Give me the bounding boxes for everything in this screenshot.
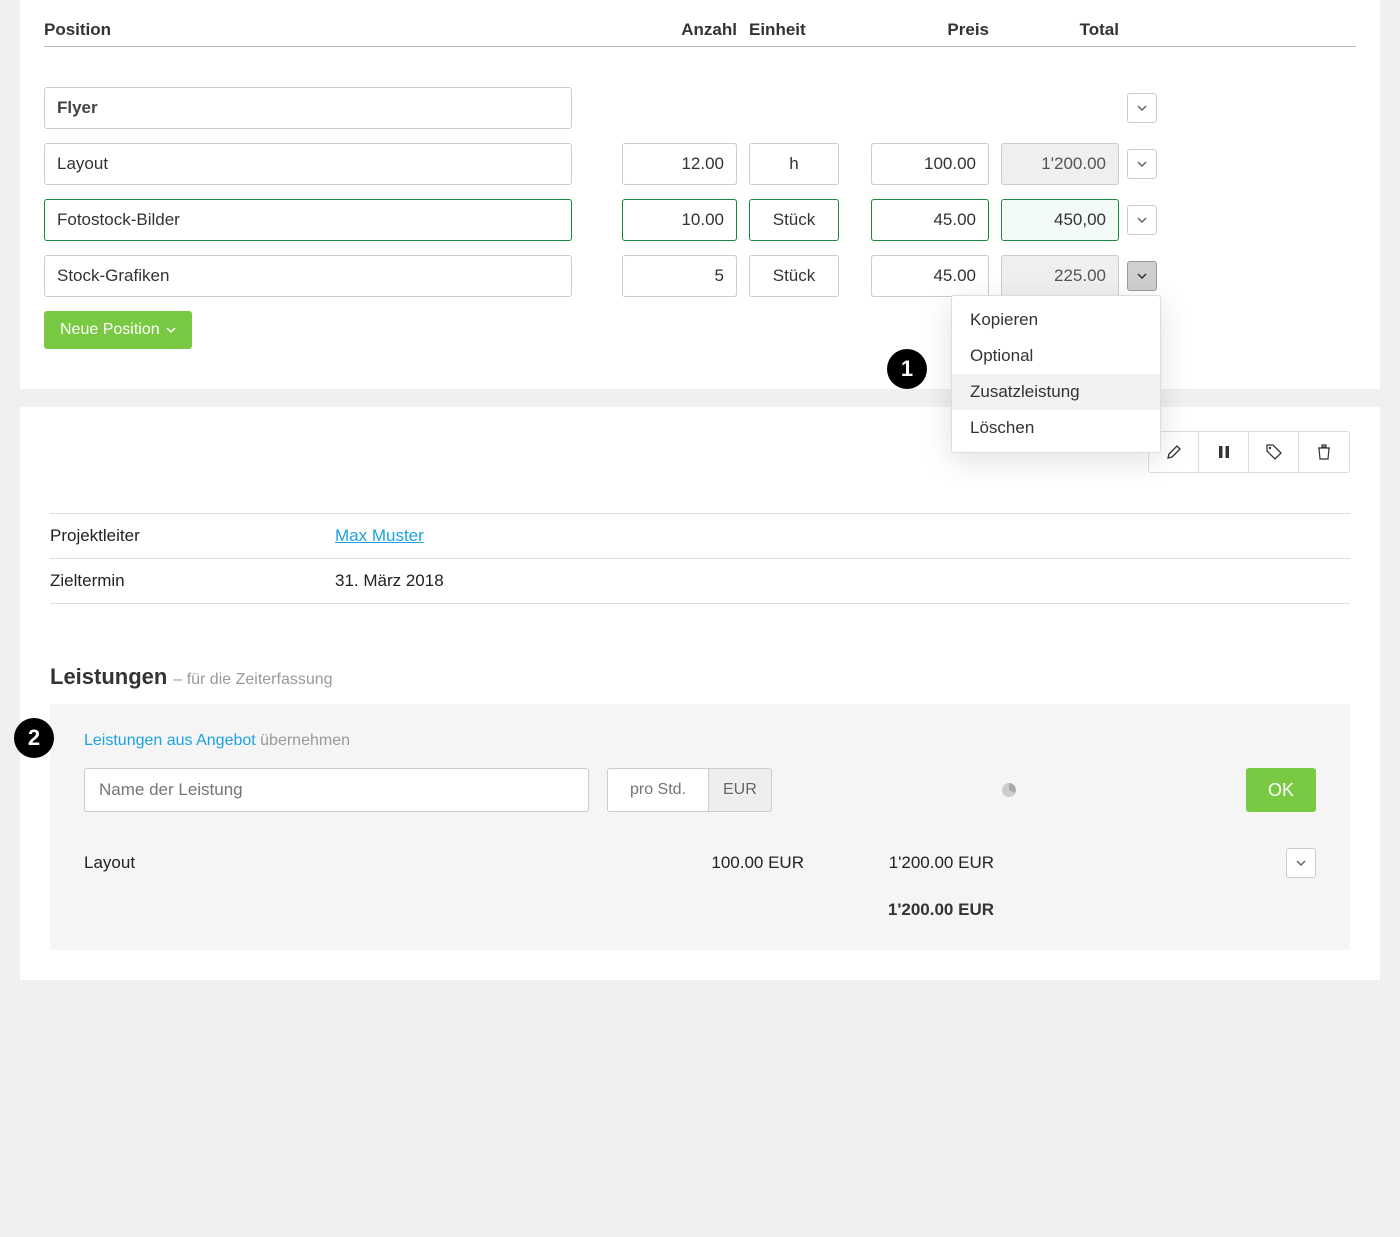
menu-item-zusatz[interactable]: Zusatzleistung	[952, 374, 1160, 410]
tag-button[interactable]	[1249, 432, 1299, 472]
row-actions-button[interactable]	[1127, 149, 1157, 179]
meta-label: Zieltermin	[50, 571, 335, 591]
ok-button[interactable]: OK	[1246, 768, 1316, 812]
leistungen-title: Leistungen	[50, 664, 167, 690]
leistung-grand-total-row: 1'200.00 EUR	[84, 900, 1316, 920]
total-field	[1001, 255, 1119, 297]
chevron-down-icon	[1137, 273, 1147, 279]
project-leader-link[interactable]: Max Muster	[335, 526, 424, 545]
chevron-down-icon	[166, 327, 176, 333]
leistung-name-input[interactable]	[84, 768, 589, 812]
pencil-icon	[1166, 444, 1182, 460]
price-input[interactable]	[871, 255, 989, 297]
position-name-input[interactable]	[44, 255, 572, 297]
trash-icon	[1317, 444, 1331, 460]
menu-item-optional[interactable]: Optional	[952, 338, 1160, 374]
project-deadline: 31. März 2018	[335, 571, 444, 591]
menu-item-delete[interactable]: Löschen	[952, 410, 1160, 446]
import-from-offer-suffix-text: übernehmen	[260, 732, 350, 749]
delete-button[interactable]	[1299, 432, 1349, 472]
tag-icon	[1266, 444, 1282, 460]
col-preis: Preis	[871, 20, 989, 40]
pause-icon	[1217, 445, 1231, 459]
chevron-down-icon	[1137, 161, 1147, 167]
unit-input[interactable]	[749, 143, 839, 185]
position-name-input[interactable]	[44, 87, 572, 129]
meta-row-leader: Projektleiter Max Muster	[50, 513, 1350, 558]
qty-input[interactable]	[622, 199, 737, 241]
col-position: Position	[44, 20, 572, 40]
menu-item-copy[interactable]: Kopieren	[952, 302, 1160, 338]
annotation-2: 2	[14, 718, 54, 758]
new-position-label: Neue Position	[60, 321, 160, 339]
leistungen-panel: 2 Leistungen aus Angebot übernehmen EUR …	[50, 704, 1350, 950]
import-from-offer-link[interactable]: Leistungen aus Angebot	[84, 732, 256, 749]
leistung-rate-input[interactable]	[608, 769, 708, 811]
leistung-rate-group: EUR	[607, 768, 772, 812]
chevron-down-icon	[1137, 105, 1147, 111]
row-actions-button[interactable]	[1127, 93, 1157, 123]
unit-input[interactable]	[749, 199, 839, 241]
leistung-grand-total: 1'200.00 EUR	[804, 900, 994, 920]
positions-header: Position Anzahl Einheit Preis Total	[44, 20, 1356, 47]
row-actions-menu: Kopieren Optional Zusatzleistung Löschen	[951, 295, 1161, 453]
leistungen-subtitle: – für die Zeiterfassung	[173, 671, 332, 689]
position-name-input[interactable]	[44, 143, 572, 185]
position-row-layout	[44, 143, 1356, 185]
position-row-stock: Kopieren Optional Zusatzleistung Löschen…	[44, 255, 1356, 297]
leistung-actions-button[interactable]	[1286, 848, 1316, 878]
position-row-foto	[44, 199, 1356, 241]
new-position-button[interactable]: Neue Position	[44, 311, 192, 349]
col-total: Total	[1001, 20, 1119, 40]
total-field	[1001, 199, 1119, 241]
leistung-rate: 100.00 EUR	[604, 853, 804, 873]
total-field	[1001, 143, 1119, 185]
currency-addon: EUR	[708, 769, 771, 811]
meta-label: Projektleiter	[50, 526, 335, 546]
col-anzahl: Anzahl	[622, 20, 737, 40]
unit-input[interactable]	[749, 255, 839, 297]
price-input[interactable]	[871, 199, 989, 241]
chevron-down-icon	[1296, 860, 1306, 866]
leistung-name: Layout	[84, 853, 604, 873]
pie-chart-icon	[1000, 781, 1018, 799]
position-name-input[interactable]	[44, 199, 572, 241]
annotation-1: 1	[887, 349, 927, 389]
price-input[interactable]	[871, 143, 989, 185]
pause-button[interactable]	[1199, 432, 1249, 472]
position-row-flyer	[44, 87, 1356, 129]
qty-input[interactable]	[622, 255, 737, 297]
row-actions-button[interactable]	[1127, 261, 1157, 291]
meta-row-deadline: Zieltermin 31. März 2018	[50, 558, 1350, 604]
row-actions-button[interactable]	[1127, 205, 1157, 235]
qty-input[interactable]	[622, 143, 737, 185]
project-toolbar	[1148, 431, 1350, 473]
leistungen-heading: Leistungen – für die Zeiterfassung	[50, 664, 1350, 690]
col-einheit: Einheit	[749, 20, 839, 40]
leistung-total: 1'200.00 EUR	[804, 853, 994, 873]
leistung-row: Layout 100.00 EUR 1'200.00 EUR	[84, 842, 1316, 884]
chevron-down-icon	[1137, 217, 1147, 223]
